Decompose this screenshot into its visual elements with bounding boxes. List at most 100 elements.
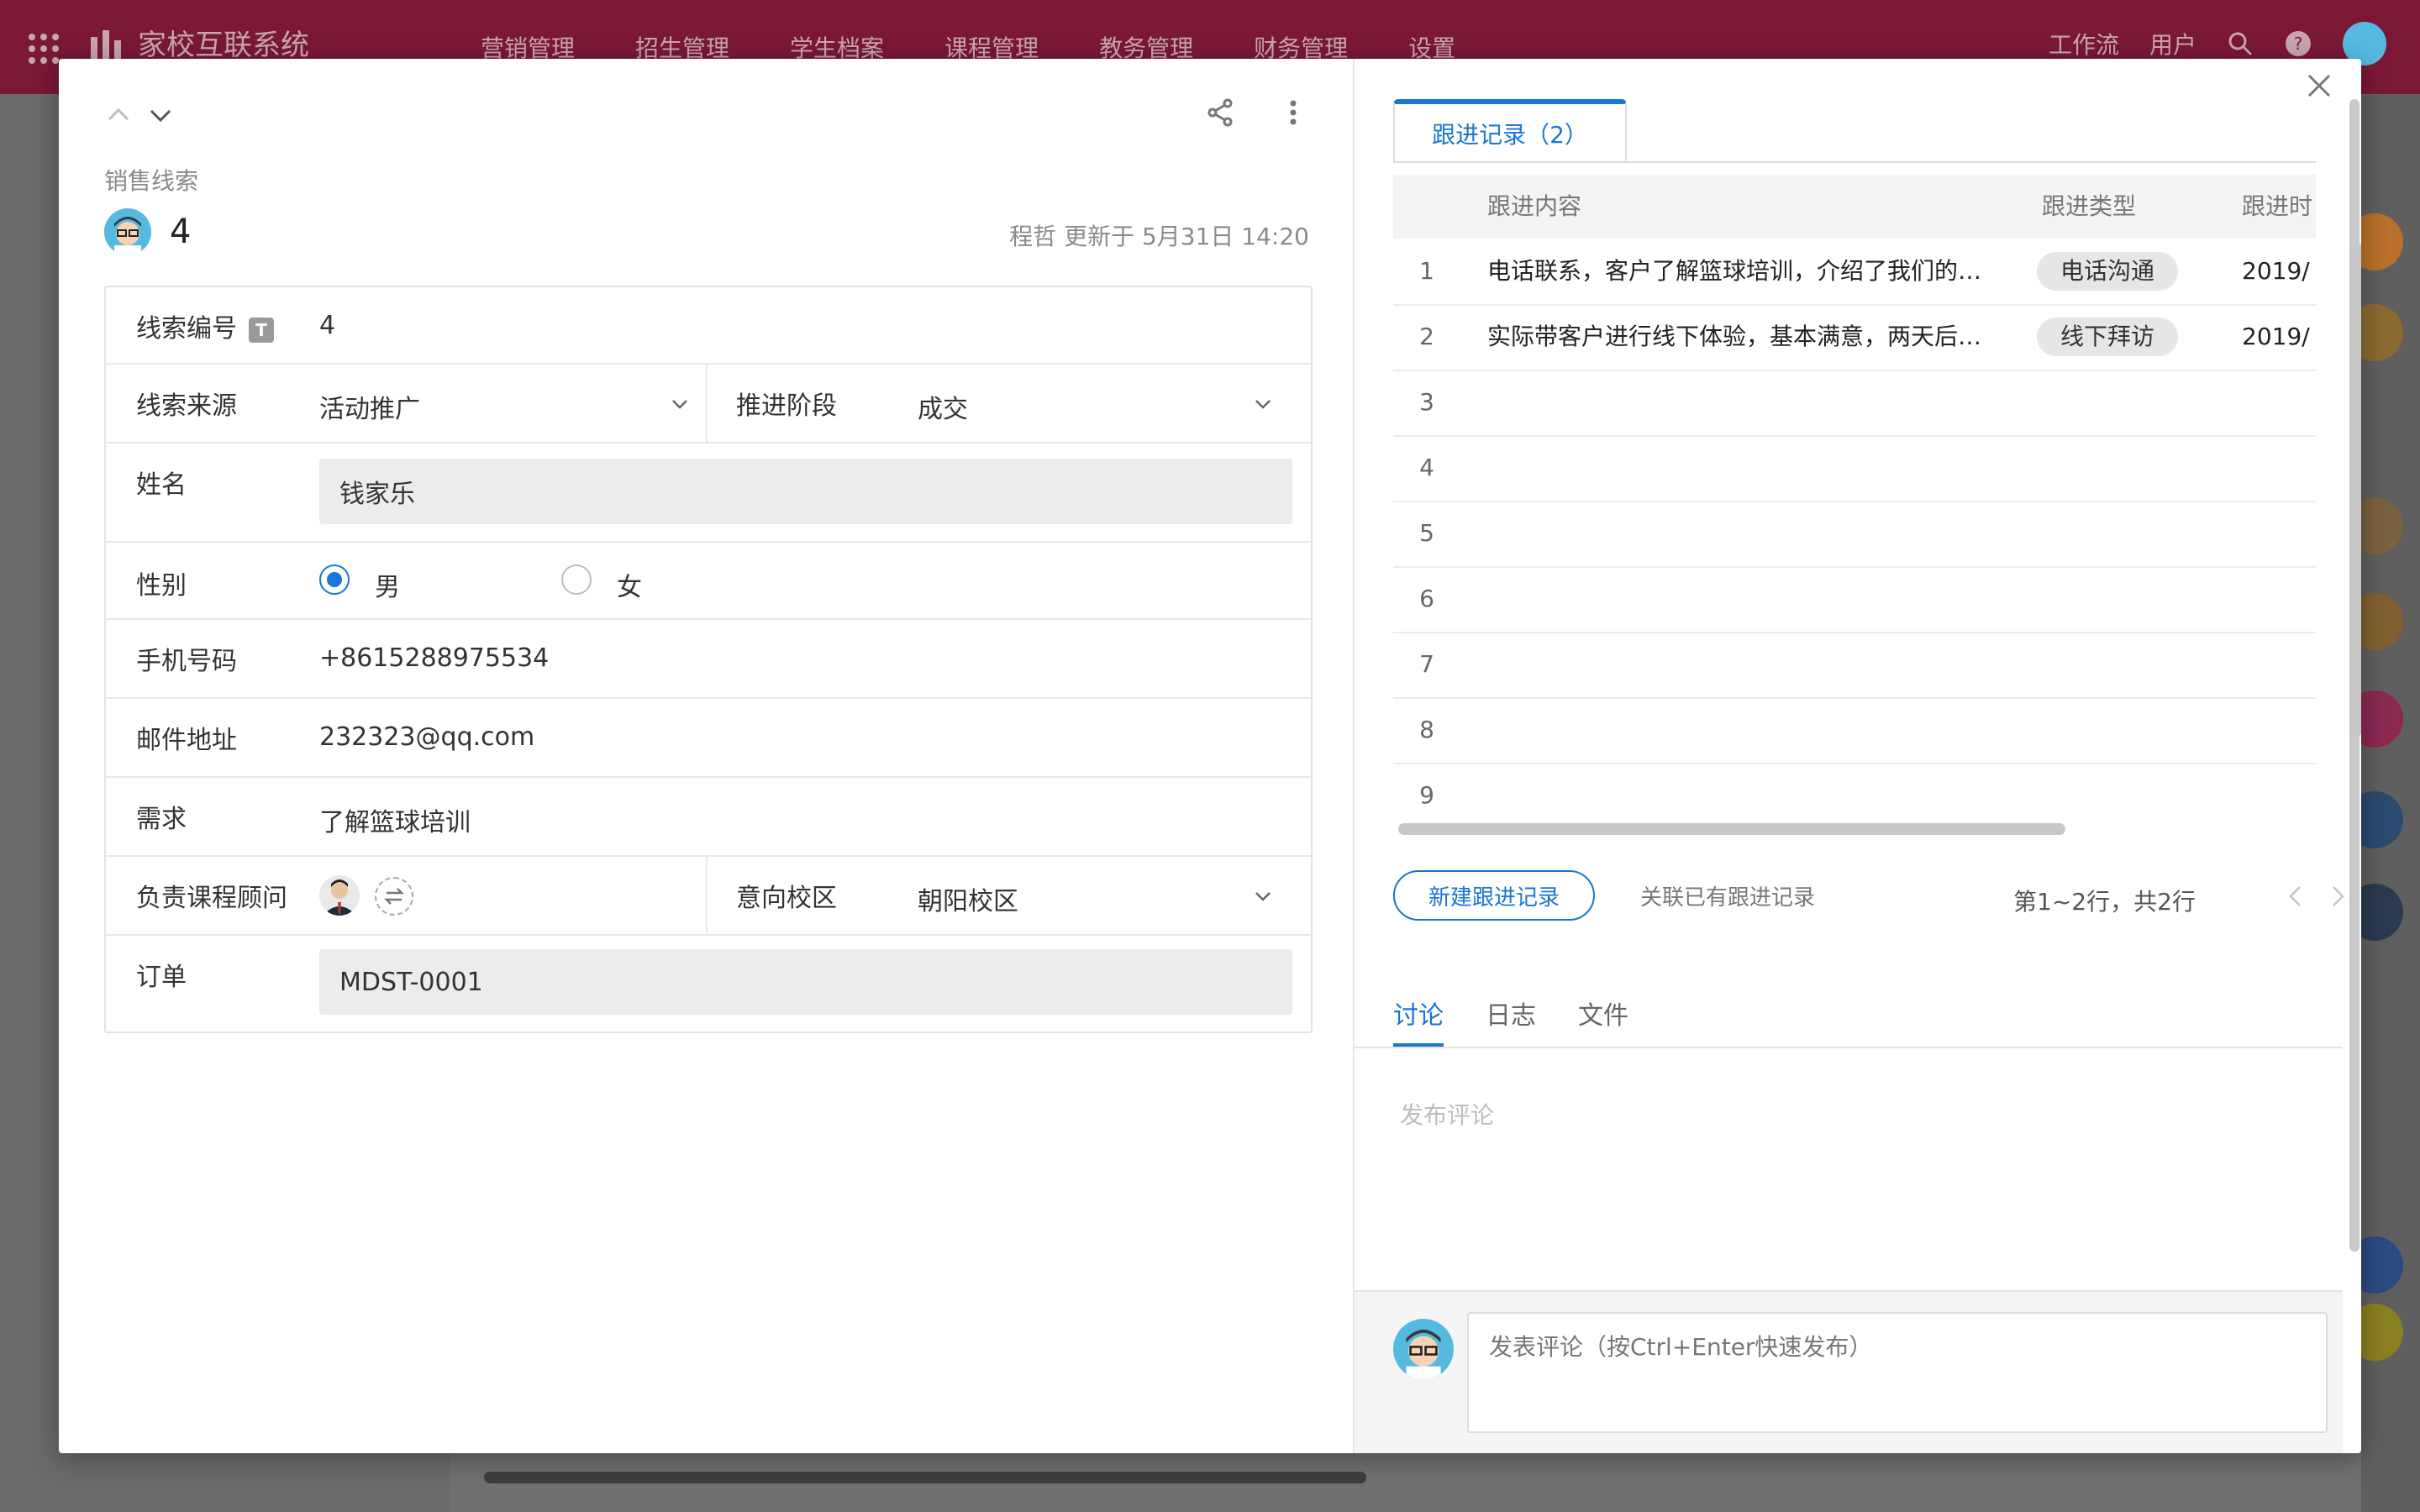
table-row[interactable]: 1 电话联系，客户了解篮球培训，介绍了我们的… 电话沟通 2019/ bbox=[1393, 239, 2316, 306]
source-value: 活动推广 bbox=[319, 395, 420, 424]
background-scrollbar bbox=[484, 1472, 1366, 1483]
app-logo-icon bbox=[91, 30, 121, 59]
breadcrumb[interactable]: 销售线索 bbox=[104, 163, 198, 197]
column-header-content[interactable]: 跟进内容 bbox=[1487, 175, 1581, 239]
row-number: 3 bbox=[1419, 388, 1434, 416]
updated-time: 更新于 5月31日 14:20 bbox=[1064, 223, 1309, 250]
row-date: 2019/ bbox=[2242, 323, 2310, 350]
field-label-advisor: 负责课程顾问 bbox=[136, 884, 287, 913]
field-name: 姓名 钱家乐 bbox=[106, 444, 1311, 543]
column-header-time[interactable]: 跟进时 bbox=[2242, 175, 2312, 239]
tab-files[interactable]: 文件 bbox=[1578, 995, 1628, 1047]
chevron-down-icon[interactable] bbox=[148, 102, 173, 128]
commenter-avatar bbox=[1393, 1319, 1454, 1379]
related-pane: 跟进记录（2） 跟进内容 跟进类型 跟进时 1 电话联系，客户了解篮球培训，介绍… bbox=[1355, 59, 2361, 1453]
advisor-avatar[interactable] bbox=[319, 875, 360, 916]
table-row: 9 bbox=[1393, 763, 2316, 828]
tabs-divider bbox=[1355, 1047, 2343, 1048]
background-right-strip bbox=[2346, 94, 2420, 1512]
field-label-campus: 意向校区 bbox=[736, 884, 837, 913]
radio-female[interactable] bbox=[561, 564, 592, 595]
column-header-type[interactable]: 跟进类型 bbox=[2042, 175, 2136, 239]
chevron-right-icon[interactable] bbox=[2328, 884, 2348, 909]
field-phone: 手机号码 +8615288975534 bbox=[106, 620, 1311, 699]
record-title: 4 bbox=[170, 213, 192, 251]
reassign-button[interactable] bbox=[375, 877, 413, 916]
help-icon[interactable]: ? bbox=[2284, 29, 2312, 58]
share-icon[interactable] bbox=[1205, 97, 1235, 128]
table-row: 5 bbox=[1393, 501, 2316, 568]
workflow-link[interactable]: 工作流 bbox=[2049, 27, 2119, 60]
record-detail-pane: 销售线索 4 程哲 更新于 5月31日 14:20 线索编号 T 4 线索来源 活… bbox=[59, 59, 1355, 1453]
more-vertical-icon[interactable] bbox=[1281, 97, 1306, 128]
record-avatar bbox=[104, 208, 151, 255]
field-row-source-stage: 线索来源 活动推广 推进阶段 成交 bbox=[106, 365, 1311, 444]
campus-value: 朝阳校区 bbox=[918, 887, 1018, 916]
clue-no-value: 4 bbox=[319, 311, 336, 340]
table-row[interactable]: 2 实际带客户进行线下体验，基本满意，两天后… 线下拜访 2019/ bbox=[1393, 304, 2316, 371]
gender-option-female[interactable]: 女 bbox=[561, 564, 662, 602]
tab-discussion[interactable]: 讨论 bbox=[1393, 995, 1444, 1047]
comment-input[interactable]: 发表评论（按Ctrl+Enter快速发布） bbox=[1467, 1312, 2328, 1433]
comment-composer: 发表评论（按Ctrl+Enter快速发布） bbox=[1355, 1290, 2343, 1453]
updated-by: 程哲 bbox=[1009, 223, 1057, 250]
svg-text:?: ? bbox=[2294, 34, 2303, 54]
chevron-up-icon[interactable] bbox=[106, 102, 131, 128]
field-label-name: 姓名 bbox=[136, 470, 187, 500]
avatar-face-icon bbox=[114, 217, 141, 255]
updated-info: 程哲 更新于 5月31日 14:20 bbox=[1009, 218, 1309, 252]
table-row: 3 bbox=[1393, 370, 2316, 437]
advisor-face-icon bbox=[323, 879, 356, 916]
gender-male-label: 男 bbox=[375, 573, 400, 602]
row-number: 7 bbox=[1419, 650, 1434, 678]
field-order: 订单 MDST-0001 bbox=[106, 936, 1311, 1030]
field-label-gender: 性别 bbox=[136, 571, 187, 601]
text-type-badge: T bbox=[249, 317, 274, 343]
tab-divider bbox=[1393, 161, 2316, 163]
email-value[interactable]: 232323@qq.com bbox=[319, 722, 534, 752]
row-number: 4 bbox=[1419, 454, 1434, 481]
phone-value[interactable]: +8615288975534 bbox=[319, 643, 549, 673]
gender-option-male[interactable]: 男 bbox=[319, 564, 420, 602]
table-vertical-scrollbar[interactable] bbox=[2351, 242, 2361, 738]
field-email: 邮件地址 232323@qq.com bbox=[106, 699, 1311, 778]
search-icon[interactable] bbox=[2227, 30, 2254, 57]
chevron-left-icon[interactable] bbox=[2286, 884, 2306, 909]
row-date: 2019/ bbox=[2242, 257, 2310, 285]
row-number: 5 bbox=[1419, 519, 1434, 547]
table-row: 6 bbox=[1393, 566, 2316, 633]
app-grid-icon[interactable] bbox=[27, 32, 60, 66]
tab-log[interactable]: 日志 bbox=[1486, 995, 1536, 1047]
link-existing-followup[interactable]: 关联已有跟进记录 bbox=[1640, 880, 1815, 911]
order-input[interactable]: MDST-0001 bbox=[319, 949, 1292, 1015]
row-number: 6 bbox=[1419, 585, 1434, 612]
row-content: 电话联系，客户了解篮球培训，介绍了我们的… bbox=[1487, 257, 1982, 285]
chevron-down-icon bbox=[672, 400, 687, 409]
row-number: 8 bbox=[1419, 716, 1434, 743]
need-value[interactable]: 了解篮球培训 bbox=[319, 801, 471, 838]
name-input[interactable]: 钱家乐 bbox=[319, 459, 1292, 524]
field-need: 需求 了解篮球培训 bbox=[106, 778, 1311, 857]
row-number: 1 bbox=[1419, 257, 1434, 285]
field-label-source: 线索来源 bbox=[136, 391, 237, 421]
campus-select[interactable]: 朝阳校区 bbox=[918, 857, 1287, 934]
table-horizontal-scrollbar[interactable] bbox=[1398, 823, 2065, 835]
tab-followup-records[interactable]: 跟进记录（2） bbox=[1393, 99, 1627, 163]
app-title[interactable]: 家校互联系统 bbox=[138, 22, 309, 63]
activity-tabs: 讨论 日志 文件 bbox=[1393, 995, 1670, 1047]
users-link[interactable]: 用户 bbox=[2149, 27, 2196, 60]
close-icon[interactable] bbox=[2302, 69, 2336, 102]
column-divider bbox=[706, 857, 708, 934]
stage-select[interactable]: 成交 bbox=[918, 365, 1287, 442]
source-select[interactable]: 活动推广 bbox=[319, 365, 689, 442]
type-tag: 电话沟通 bbox=[2037, 252, 2179, 291]
chevron-down-icon bbox=[1255, 892, 1270, 901]
type-tag: 线下拜访 bbox=[2037, 318, 2179, 356]
lead-detail-modal: 销售线索 4 程哲 更新于 5月31日 14:20 线索编号 T 4 线索来源 活… bbox=[59, 59, 2361, 1453]
field-label-clue-no: 线索编号 T bbox=[136, 307, 274, 344]
radio-male[interactable] bbox=[319, 564, 350, 595]
new-followup-button[interactable]: 新建跟进记录 bbox=[1393, 870, 1595, 921]
pager-info: 第1~2行，共2行 bbox=[2013, 888, 2196, 916]
column-divider bbox=[706, 365, 708, 442]
table-row: 4 bbox=[1393, 435, 2316, 502]
